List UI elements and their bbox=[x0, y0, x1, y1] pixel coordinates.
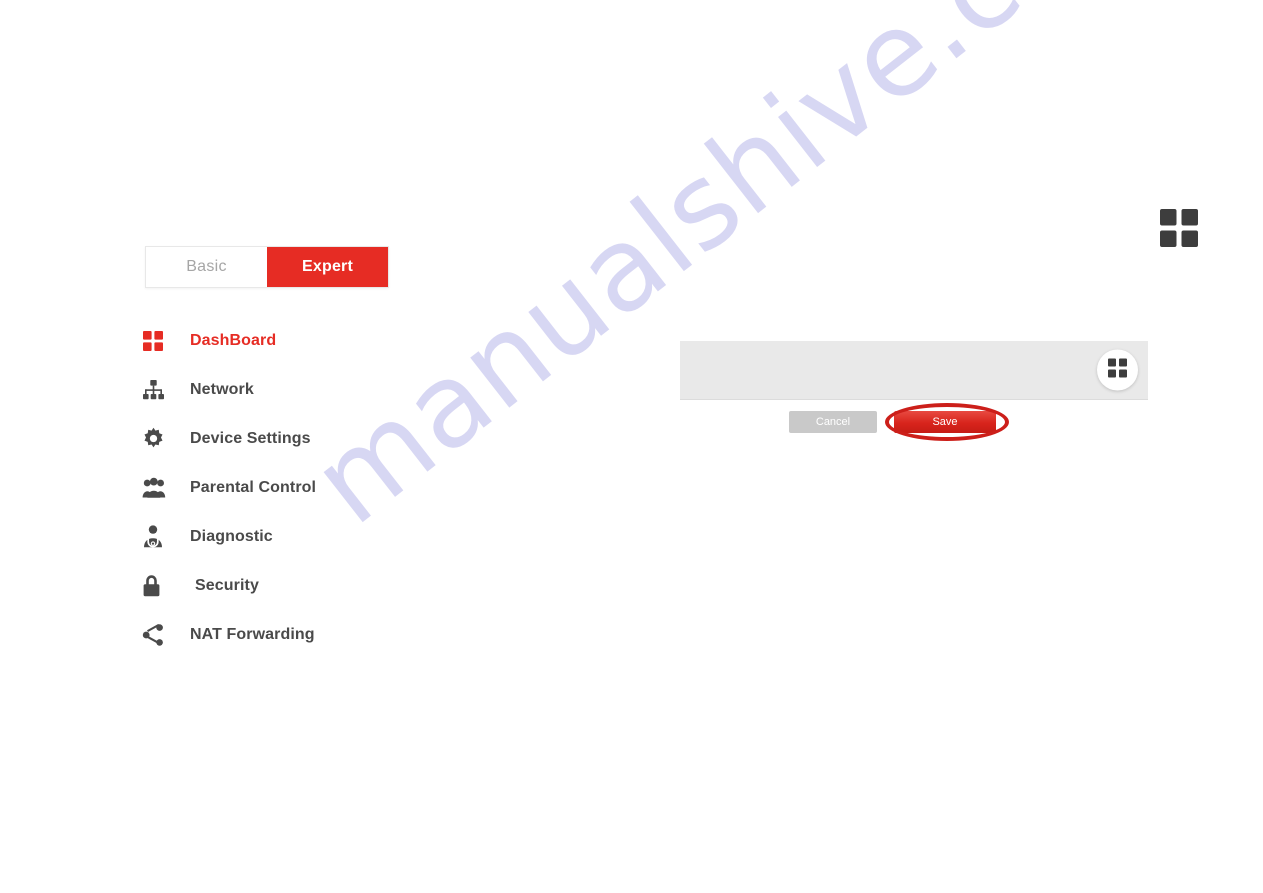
sidebar-item-parental-control-label: Parental Control bbox=[190, 478, 317, 496]
sidebar-item-network[interactable]: Network bbox=[142, 365, 442, 414]
sidebar-item-security-label: Security bbox=[195, 576, 259, 594]
sidebar-item-device-settings-label: Device Settings bbox=[190, 429, 311, 447]
doctor-icon bbox=[142, 522, 180, 552]
mode-toggle-basic[interactable]: Basic bbox=[146, 247, 267, 287]
grid-icon[interactable] bbox=[1160, 209, 1198, 247]
sidebar-item-security[interactable]: Security bbox=[142, 561, 442, 610]
cancel-button-label: Cancel bbox=[815, 416, 851, 428]
sidebar-item-network-label: Network bbox=[190, 380, 254, 398]
grid-icon bbox=[1108, 358, 1127, 382]
sidebar-item-dashboard[interactable]: DashBoard bbox=[142, 316, 442, 365]
sidebar-item-parental-control[interactable]: Parental Control bbox=[142, 463, 442, 512]
share-icon bbox=[142, 620, 180, 650]
lock-icon bbox=[142, 571, 180, 601]
sidebar-item-nat-forwarding-label: NAT Forwarding bbox=[190, 625, 315, 643]
mode-toggle[interactable]: Basic Expert bbox=[145, 246, 389, 288]
grid-icon bbox=[142, 326, 180, 356]
sidebar-item-dashboard-label: DashBoard bbox=[190, 331, 277, 349]
sidebar-item-device-settings[interactable]: Device Settings bbox=[142, 414, 442, 463]
mode-toggle-basic-label: Basic bbox=[186, 258, 227, 275]
sidebar-nav: DashBoard Network Device Settings Parent… bbox=[142, 316, 442, 659]
users-icon bbox=[142, 473, 180, 503]
sidebar-item-diagnostic[interactable]: Diagnostic bbox=[142, 512, 442, 561]
mode-toggle-expert[interactable]: Expert bbox=[267, 247, 388, 287]
save-button[interactable]: Save bbox=[894, 411, 996, 433]
settings-panel bbox=[680, 341, 1148, 400]
sitemap-icon bbox=[142, 375, 180, 405]
panel-grid-button[interactable] bbox=[1097, 349, 1138, 391]
sidebar-item-diagnostic-label: Diagnostic bbox=[190, 527, 273, 545]
cancel-button[interactable]: Cancel bbox=[789, 411, 877, 433]
sidebar-item-nat-forwarding[interactable]: NAT Forwarding bbox=[142, 610, 442, 659]
save-button-label: Save bbox=[932, 416, 958, 428]
gear-icon bbox=[142, 424, 180, 454]
mode-toggle-expert-label: Expert bbox=[302, 258, 353, 275]
